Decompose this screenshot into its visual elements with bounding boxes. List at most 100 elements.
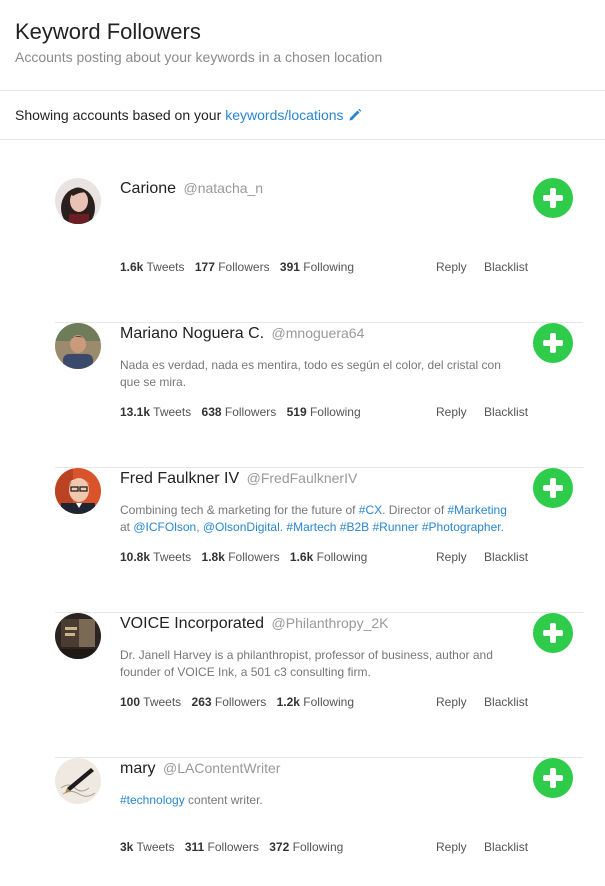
- blacklist-button[interactable]: Blacklist: [484, 695, 528, 709]
- avatar[interactable]: [55, 323, 101, 369]
- tweets-stat: 10.8k Tweets: [120, 550, 191, 564]
- account-name[interactable]: VOICE Incorporated: [120, 615, 264, 632]
- page-title: Keyword Followers: [15, 19, 201, 44]
- account-card: mary @LAContentWriter #technology conten…: [55, 758, 583, 886]
- followers-count: 1.8k: [201, 550, 225, 564]
- following-stat: 372 Following: [269, 840, 343, 854]
- reply-button[interactable]: Reply: [436, 405, 467, 419]
- blacklist-button[interactable]: Blacklist: [484, 550, 528, 564]
- tweets-label: Tweets: [143, 695, 182, 709]
- account-list: Carione @natacha_n 1.6k Tweets 177 Follo…: [0, 178, 605, 886]
- account-name[interactable]: Carione: [120, 180, 176, 197]
- followers-label: Followers: [218, 260, 270, 274]
- reply-button[interactable]: Reply: [436, 260, 467, 274]
- blacklist-button[interactable]: Blacklist: [484, 260, 528, 274]
- reply-button[interactable]: Reply: [436, 840, 467, 854]
- account-name[interactable]: Mariano Noguera C.: [120, 325, 264, 342]
- avatar[interactable]: [55, 178, 101, 224]
- account-stats: 100 Tweets 263 Followers 1.2k Following: [120, 695, 361, 709]
- bio-text: content writer.: [184, 793, 263, 807]
- followers-count: 263: [191, 695, 212, 709]
- account-name[interactable]: Fred Faulkner IV: [120, 470, 239, 487]
- account-stats: 1.6k Tweets 177 Followers 391 Following: [120, 260, 361, 274]
- followers-stat: 263 Followers: [192, 695, 267, 709]
- account-name-row: Fred Faulkner IV @FredFaulknerIV: [120, 470, 357, 488]
- followers-label: Followers: [224, 405, 277, 419]
- follow-button[interactable]: [533, 468, 573, 508]
- blacklist-button[interactable]: Blacklist: [484, 840, 528, 854]
- avatar[interactable]: [55, 758, 101, 804]
- avatar[interactable]: [55, 468, 101, 514]
- tweets-count: 1.6k: [120, 260, 144, 274]
- following-count: 372: [269, 840, 290, 854]
- bio-text: ,: [196, 520, 203, 534]
- reply-button[interactable]: Reply: [436, 695, 467, 709]
- account-actions: Reply Blacklist: [436, 840, 542, 854]
- bio-link[interactable]: #Runner: [373, 520, 419, 534]
- tweets-label: Tweets: [136, 840, 175, 854]
- blacklist-button[interactable]: Blacklist: [484, 405, 528, 419]
- account-actions: Reply Blacklist: [436, 405, 542, 419]
- tweets-stat: 100 Tweets: [120, 695, 181, 709]
- follow-button[interactable]: [533, 323, 573, 363]
- account-bio: Dr. Janell Harvey is a philanthropist, p…: [120, 647, 515, 681]
- account-handle[interactable]: @natacha_n: [183, 180, 263, 196]
- account-handle[interactable]: @LAContentWriter: [163, 760, 280, 776]
- bio-link[interactable]: #Martech: [286, 520, 336, 534]
- avatar[interactable]: [55, 613, 101, 659]
- follow-button[interactable]: [533, 613, 573, 653]
- followers-stat: 311 Followers: [185, 840, 259, 854]
- account-stats: 3k Tweets 311 Followers 372 Following: [120, 840, 350, 854]
- tweets-stat: 13.1k Tweets: [120, 405, 191, 419]
- tweets-count: 100: [120, 695, 141, 709]
- following-stat: 1.6k Following: [290, 550, 367, 564]
- account-handle[interactable]: @Philanthropy_2K: [272, 615, 389, 631]
- following-stat: 519 Following: [287, 405, 361, 419]
- reply-button[interactable]: Reply: [436, 550, 467, 564]
- tweets-stat: 1.6k Tweets: [120, 260, 185, 274]
- bio-link[interactable]: @ICFOlson: [133, 520, 196, 534]
- bio-link[interactable]: #B2B: [340, 520, 369, 534]
- followers-count: 638: [201, 405, 222, 419]
- following-stat: 1.2k Following: [277, 695, 354, 709]
- bio-link[interactable]: #Photographer: [422, 520, 501, 534]
- following-label: Following: [316, 550, 368, 564]
- page-header: Keyword Followers Accounts posting about…: [0, 0, 605, 91]
- page-subtitle: Accounts posting about your keywords in …: [15, 49, 383, 65]
- account-name-row: VOICE Incorporated @Philanthropy_2K: [120, 615, 388, 633]
- account-card: Mariano Noguera C. @mnoguera64 Nada es v…: [55, 323, 583, 468]
- following-label: Following: [303, 695, 354, 709]
- tweets-count: 10.8k: [120, 550, 151, 564]
- account-handle[interactable]: @FredFaulknerIV: [247, 470, 358, 486]
- info-bar-text: Showing accounts based on your: [15, 107, 222, 123]
- following-count: 519: [286, 405, 307, 419]
- bio-text: at: [120, 520, 134, 534]
- account-name[interactable]: mary: [120, 760, 156, 777]
- pencil-icon[interactable]: [348, 108, 362, 122]
- follow-button[interactable]: [533, 758, 573, 798]
- account-handle[interactable]: @mnoguera64: [272, 325, 365, 341]
- tweets-count: 13.1k: [120, 405, 151, 419]
- bio-link[interactable]: #technology: [120, 793, 185, 807]
- following-count: 1.6k: [289, 550, 314, 564]
- following-label: Following: [292, 840, 344, 854]
- account-actions: Reply Blacklist: [436, 695, 542, 709]
- account-bio: #technology content writer.: [120, 792, 515, 809]
- bio-link[interactable]: #Marketing: [448, 503, 507, 517]
- tweets-count: 3k: [120, 840, 134, 854]
- account-actions: Reply Blacklist: [436, 550, 542, 564]
- tweets-label: Tweets: [153, 550, 192, 564]
- account-name-row: mary @LAContentWriter: [120, 760, 280, 778]
- account-name-row: Mariano Noguera C. @mnoguera64: [120, 325, 364, 343]
- bio-text: Dr. Janell Harvey is a philanthropist, p…: [120, 648, 493, 679]
- account-stats: 13.1k Tweets 638 Followers 519 Following: [120, 405, 368, 419]
- follow-button[interactable]: [533, 178, 573, 218]
- bio-text: Nada es verdad, nada es mentira, todo es…: [120, 358, 501, 389]
- tweets-stat: 3k Tweets: [120, 840, 175, 854]
- bio-text: .: [500, 520, 504, 534]
- following-stat: 391 Following: [280, 260, 354, 274]
- followers-stat: 638 Followers: [202, 405, 277, 419]
- keywords-locations-link[interactable]: keywords/locations: [225, 107, 343, 123]
- bio-link[interactable]: #CX: [359, 503, 382, 517]
- bio-link[interactable]: @OlsonDigital: [203, 520, 280, 534]
